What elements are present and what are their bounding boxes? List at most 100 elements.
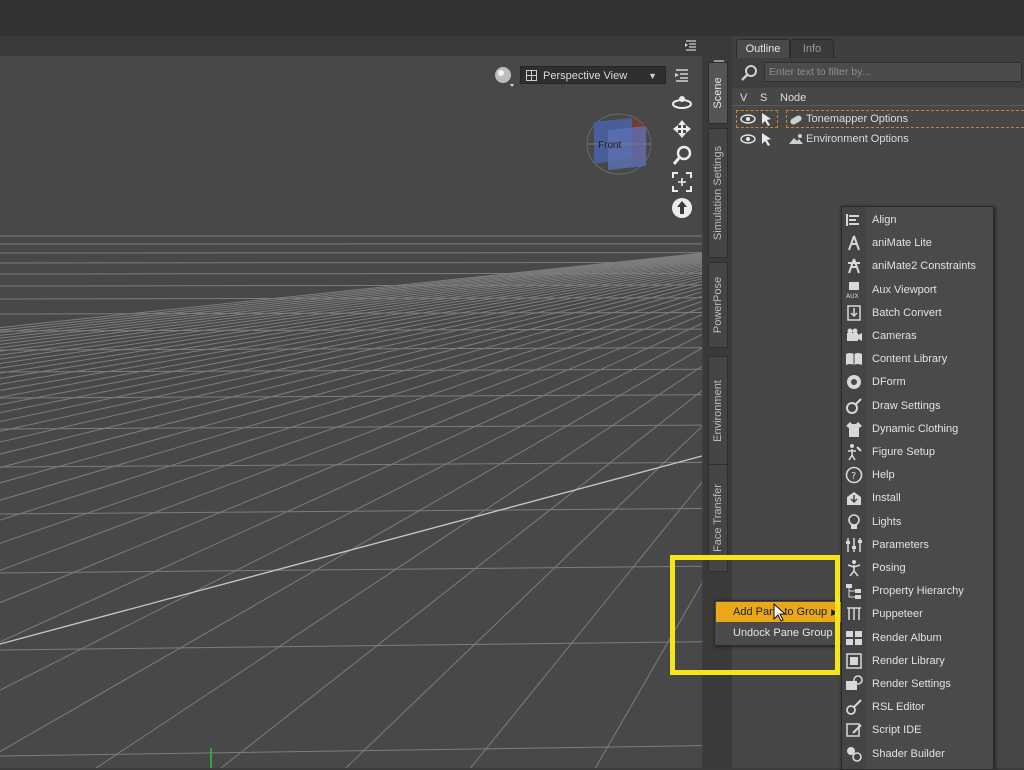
submenu-item-label: Posing (872, 562, 906, 574)
submenu-item-render-album[interactable]: Render Album (842, 627, 993, 650)
submenu-item-align[interactable]: Align (842, 209, 993, 232)
submenu-item-label: Render Library (872, 655, 945, 667)
install-icon (845, 489, 863, 507)
submenu-item-label: Puppeteer (872, 608, 923, 620)
submenu-item-label: Script IDE (872, 724, 922, 736)
filter-placeholder: Enter text to filter by... (769, 66, 870, 78)
submenu-item-cameras[interactable]: Cameras (842, 325, 993, 348)
submenu-item-parameters[interactable]: Parameters (842, 534, 993, 557)
tab-scene[interactable]: Scene (708, 62, 728, 124)
align-icon (845, 211, 863, 229)
submenu-item-label: aniMate Lite (872, 237, 932, 249)
submenu-item-animate-lite[interactable]: aniMate Lite (842, 232, 993, 255)
sphere-display-icon[interactable] (492, 64, 520, 90)
help-icon: ? (845, 466, 863, 484)
aux-viewport-icon: AUX (845, 281, 863, 299)
submenu-item-figure-setup[interactable]: Figure Setup (842, 441, 993, 464)
tab-powerpose-label: PowerPose (712, 277, 724, 333)
sliders-icon (845, 536, 863, 554)
tab-simulation-settings-label: Simulation Settings (712, 146, 724, 240)
zoom-icon[interactable] (671, 144, 693, 166)
tab-environment[interactable]: Environment (708, 356, 728, 466)
light-icon (845, 513, 863, 531)
submenu-item-aux-viewport[interactable]: AUXAux Viewport (842, 279, 993, 302)
camera-icon (845, 327, 863, 345)
submenu-item-content-library[interactable]: Content Library (842, 348, 993, 371)
submenu-item-render-library[interactable]: Render Library (842, 650, 993, 673)
book-icon (845, 350, 863, 368)
3d-viewport[interactable]: Perspective View ▼ Front (0, 56, 702, 768)
submenu-item-script-ide[interactable]: Script IDE (842, 719, 993, 742)
submenu-item-batch-convert[interactable]: Batch Convert (842, 302, 993, 325)
submenu-item-label: Shader Builder (872, 748, 945, 760)
orbit-icon[interactable] (671, 91, 693, 113)
submenu-item-shader-builder[interactable]: Shader Builder (842, 743, 993, 766)
shader-builder-icon (845, 745, 863, 763)
tab-outline[interactable]: Outline (736, 39, 790, 58)
submenu-item-label: Dynamic Clothing (872, 423, 958, 435)
puppeteer-icon (845, 605, 863, 623)
submenu-item-animate2-constraints[interactable]: aniMate2 Constraints (842, 255, 993, 278)
submenu-item-help[interactable]: ?Help (842, 464, 993, 487)
select-cursor-icon[interactable] (760, 112, 774, 126)
pane-menu-icon[interactable] (684, 38, 698, 52)
submenu-item-label: Cameras (872, 330, 917, 342)
submenu-item-label: Parameters (872, 539, 929, 551)
tonemapper-icon (788, 112, 804, 126)
submenu-item-label: Install (872, 492, 901, 504)
svg-text:AUX: AUX (846, 293, 859, 299)
submenu-item-label: RSL Editor (872, 701, 925, 713)
batch-convert-icon (845, 304, 863, 322)
submenu-item-render-settings[interactable]: Render Settings (842, 673, 993, 696)
tab-info[interactable]: Info (790, 39, 834, 58)
filter-input[interactable]: Enter text to filter by... (764, 62, 1022, 82)
hierarchy-icon (845, 582, 863, 600)
viewport-menu-icon[interactable] (674, 67, 690, 83)
grid-view-icon (526, 70, 537, 81)
submenu-item-install[interactable]: Install (842, 487, 993, 510)
node-label: Environment Options (806, 133, 909, 145)
submenu-item-dynamic-clothing[interactable]: Dynamic Clothing (842, 418, 993, 441)
tab-face-transfer-label: Face Transfer (712, 484, 724, 552)
submenu-item-property-hierarchy[interactable]: Property Hierarchy (842, 580, 993, 603)
draw-settings-icon (845, 397, 863, 415)
tree-row[interactable]: Environment Options (732, 130, 1024, 149)
submenu-item-label: Batch Convert (872, 307, 942, 319)
submenu-item-puppeteer[interactable]: Puppeteer (842, 603, 993, 626)
eye-icon[interactable] (740, 133, 756, 145)
tab-environment-label: Environment (712, 380, 724, 442)
submenu-item-dform[interactable]: DForm (842, 371, 993, 394)
view-selector-label: Perspective View (543, 70, 627, 82)
tab-simulation-settings[interactable]: Simulation Settings (708, 128, 728, 258)
reset-view-icon[interactable] (671, 197, 693, 219)
tab-scene-label: Scene (712, 77, 724, 108)
chevron-down-icon: ▼ (648, 67, 657, 85)
title-bar (0, 0, 1024, 36)
column-node-header[interactable]: Node (780, 92, 806, 104)
select-cursor-icon[interactable] (760, 132, 774, 146)
submenu-item-label: Figure Setup (872, 446, 935, 458)
album-icon (845, 629, 863, 647)
submenu-item-label: Render Album (872, 632, 942, 644)
add-pane-submenu: AlignaniMate LiteaniMate2 ConstraintsAUX… (841, 206, 994, 770)
submenu-item-lights[interactable]: Lights (842, 511, 993, 534)
submenu-item-label: DForm (872, 376, 906, 388)
column-selectable-header[interactable]: S (760, 92, 767, 104)
pan-icon[interactable] (671, 118, 693, 140)
view-cube[interactable]: Front (584, 108, 654, 178)
frame-icon[interactable] (671, 171, 693, 193)
rsl-editor-icon (845, 698, 863, 716)
column-visible-header[interactable]: V (740, 92, 747, 104)
submenu-item-draw-settings[interactable]: Draw Settings (842, 395, 993, 418)
submenu-item-rsl-editor[interactable]: RSL Editor (842, 696, 993, 719)
environment-icon (788, 132, 804, 146)
submenu-item-posing[interactable]: Posing (842, 557, 993, 580)
tab-powerpose[interactable]: PowerPose (708, 262, 728, 348)
submenu-item-label: Property Hierarchy (872, 585, 964, 597)
submenu-item-label: Align (872, 214, 896, 226)
shirt-icon (845, 420, 863, 438)
animate-icon (845, 234, 863, 252)
view-selector[interactable]: Perspective View ▼ (520, 66, 666, 84)
tree-row[interactable]: Tonemapper Options (732, 110, 1024, 129)
eye-icon[interactable] (740, 113, 756, 125)
